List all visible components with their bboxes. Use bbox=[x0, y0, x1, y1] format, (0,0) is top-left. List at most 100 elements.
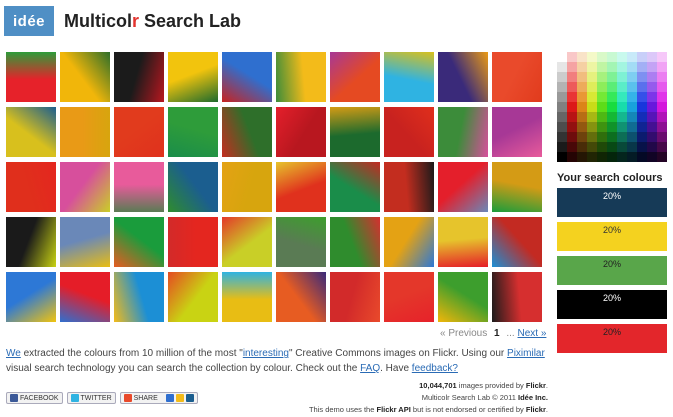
palette-cell[interactable] bbox=[577, 102, 587, 112]
palette-cell[interactable] bbox=[617, 92, 627, 102]
palette-cell[interactable] bbox=[627, 92, 637, 102]
palette-cell[interactable] bbox=[647, 112, 657, 122]
palette-cell[interactable] bbox=[557, 152, 567, 162]
palette-cell[interactable] bbox=[647, 52, 657, 62]
palette-cell[interactable] bbox=[607, 62, 617, 72]
palette-cell[interactable] bbox=[587, 62, 597, 72]
palette-cell[interactable] bbox=[557, 52, 567, 62]
palette-cell[interactable] bbox=[557, 92, 567, 102]
palette-cell[interactable] bbox=[647, 62, 657, 72]
image-thumbnail[interactable] bbox=[60, 162, 110, 212]
palette-cell[interactable] bbox=[657, 52, 667, 62]
image-thumbnail[interactable] bbox=[276, 52, 326, 102]
palette-cell[interactable] bbox=[607, 72, 617, 82]
flickr-link[interactable]: Flickr bbox=[526, 381, 546, 390]
image-thumbnail[interactable] bbox=[222, 162, 272, 212]
image-thumbnail[interactable] bbox=[384, 107, 434, 157]
colour-swatch[interactable]: 20% bbox=[557, 188, 667, 217]
image-thumbnail[interactable] bbox=[60, 272, 110, 322]
palette-cell[interactable] bbox=[607, 132, 617, 142]
palette-cell[interactable] bbox=[647, 72, 657, 82]
palette-cell[interactable] bbox=[657, 72, 667, 82]
image-thumbnail[interactable] bbox=[438, 52, 488, 102]
palette-cell[interactable] bbox=[567, 72, 577, 82]
palette-cell[interactable] bbox=[657, 142, 667, 152]
palette-cell[interactable] bbox=[557, 112, 567, 122]
image-thumbnail[interactable] bbox=[168, 52, 218, 102]
palette-cell[interactable] bbox=[617, 82, 627, 92]
colour-picker-palette[interactable] bbox=[557, 52, 667, 162]
palette-cell[interactable] bbox=[587, 102, 597, 112]
image-thumbnail[interactable] bbox=[438, 162, 488, 212]
image-thumbnail[interactable] bbox=[276, 107, 326, 157]
image-thumbnail[interactable] bbox=[6, 217, 56, 267]
image-thumbnail[interactable] bbox=[384, 52, 434, 102]
palette-cell[interactable] bbox=[577, 122, 587, 132]
image-thumbnail[interactable] bbox=[330, 162, 380, 212]
palette-cell[interactable] bbox=[607, 142, 617, 152]
palette-cell[interactable] bbox=[647, 82, 657, 92]
palette-cell[interactable] bbox=[567, 152, 577, 162]
palette-cell[interactable] bbox=[627, 122, 637, 132]
flickr-link-2[interactable]: Flickr bbox=[526, 405, 546, 414]
palette-cell[interactable] bbox=[567, 142, 577, 152]
palette-cell[interactable] bbox=[577, 142, 587, 152]
palette-cell[interactable] bbox=[617, 122, 627, 132]
interesting-link[interactable]: interesting bbox=[243, 348, 289, 359]
colour-swatch[interactable]: 20% bbox=[557, 222, 667, 251]
image-thumbnail[interactable] bbox=[438, 272, 488, 322]
palette-cell[interactable] bbox=[617, 152, 627, 162]
palette-cell[interactable] bbox=[567, 82, 577, 92]
palette-cell[interactable] bbox=[587, 52, 597, 62]
palette-cell[interactable] bbox=[627, 82, 637, 92]
palette-cell[interactable] bbox=[577, 132, 587, 142]
palette-cell[interactable] bbox=[627, 102, 637, 112]
palette-cell[interactable] bbox=[637, 82, 647, 92]
palette-cell[interactable] bbox=[657, 62, 667, 72]
palette-cell[interactable] bbox=[657, 92, 667, 102]
image-thumbnail[interactable] bbox=[60, 107, 110, 157]
palette-cell[interactable] bbox=[597, 72, 607, 82]
image-thumbnail[interactable] bbox=[114, 217, 164, 267]
palette-cell[interactable] bbox=[607, 152, 617, 162]
palette-cell[interactable] bbox=[647, 132, 657, 142]
image-thumbnail[interactable] bbox=[6, 272, 56, 322]
palette-cell[interactable] bbox=[647, 152, 657, 162]
image-thumbnail[interactable] bbox=[168, 162, 218, 212]
palette-cell[interactable] bbox=[637, 112, 647, 122]
palette-cell[interactable] bbox=[607, 82, 617, 92]
facebook-button[interactable]: FACEBOOK bbox=[6, 392, 63, 404]
feedback-link[interactable]: feedback? bbox=[412, 363, 458, 374]
palette-cell[interactable] bbox=[617, 62, 627, 72]
palette-cell[interactable] bbox=[597, 62, 607, 72]
palette-cell[interactable] bbox=[587, 152, 597, 162]
colour-swatch[interactable]: 20% bbox=[557, 256, 667, 285]
palette-cell[interactable] bbox=[617, 52, 627, 62]
palette-cell[interactable] bbox=[557, 82, 567, 92]
palette-cell[interactable] bbox=[627, 132, 637, 142]
image-thumbnail[interactable] bbox=[438, 217, 488, 267]
twitter-button[interactable]: TWITTER bbox=[66, 392, 116, 404]
next-link[interactable]: Next » bbox=[518, 328, 547, 339]
image-thumbnail[interactable] bbox=[6, 162, 56, 212]
image-thumbnail[interactable] bbox=[114, 107, 164, 157]
palette-cell[interactable] bbox=[647, 142, 657, 152]
palette-cell[interactable] bbox=[647, 92, 657, 102]
palette-cell[interactable] bbox=[597, 132, 607, 142]
image-thumbnail[interactable] bbox=[276, 217, 326, 267]
palette-cell[interactable] bbox=[627, 52, 637, 62]
palette-cell[interactable] bbox=[557, 72, 567, 82]
image-thumbnail[interactable] bbox=[384, 217, 434, 267]
palette-cell[interactable] bbox=[597, 82, 607, 92]
palette-cell[interactable] bbox=[577, 152, 587, 162]
idee-logo[interactable]: idée bbox=[4, 6, 54, 36]
palette-cell[interactable] bbox=[557, 102, 567, 112]
palette-cell[interactable] bbox=[567, 52, 577, 62]
palette-cell[interactable] bbox=[567, 92, 577, 102]
image-thumbnail[interactable] bbox=[330, 217, 380, 267]
faq-link[interactable]: FAQ bbox=[360, 363, 380, 374]
palette-cell[interactable] bbox=[567, 122, 577, 132]
palette-cell[interactable] bbox=[617, 142, 627, 152]
palette-cell[interactable] bbox=[657, 132, 667, 142]
palette-cell[interactable] bbox=[627, 142, 637, 152]
